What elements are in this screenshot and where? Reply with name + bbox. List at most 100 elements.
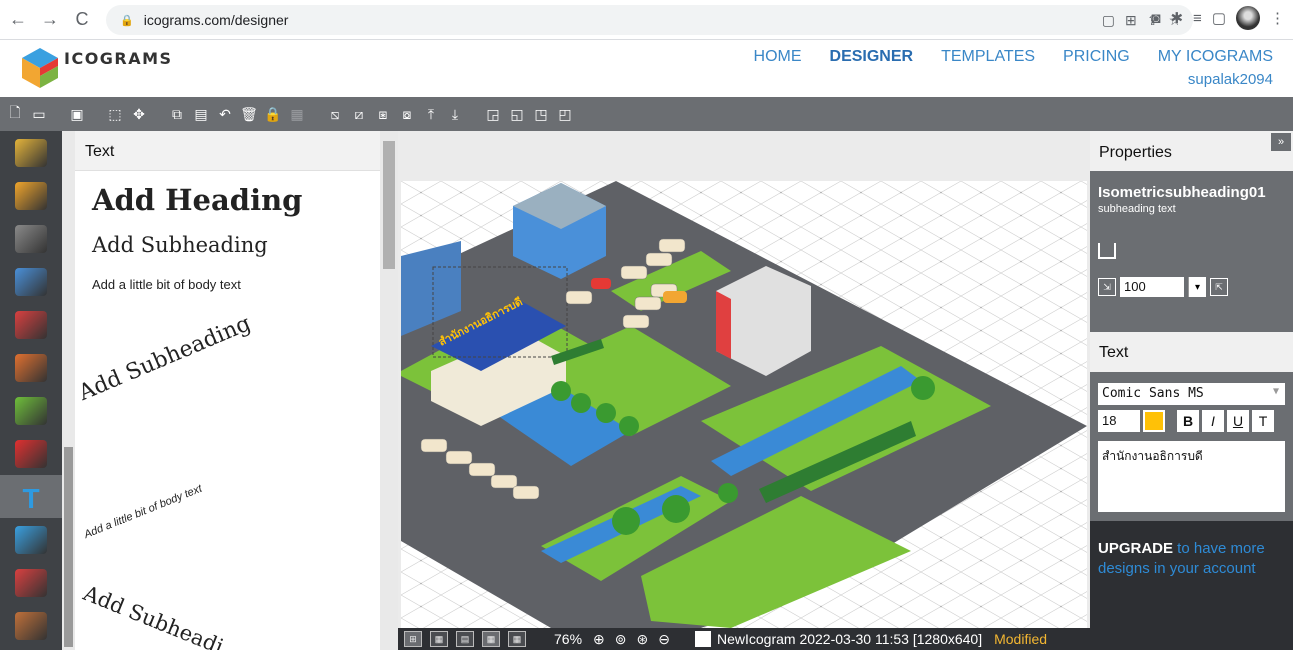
nav-templates[interactable]: TEMPLATES bbox=[941, 48, 1035, 66]
category-transport[interactable] bbox=[0, 303, 62, 346]
expand-icon[interactable]: ⇱ bbox=[1210, 278, 1228, 296]
send-to-back-icon[interactable]: ⤓ bbox=[444, 103, 466, 125]
view-grid-5-button[interactable]: ▦ bbox=[508, 631, 526, 647]
chevron-down-icon[interactable]: ▾ bbox=[1188, 277, 1206, 297]
view-grid-3-button[interactable]: ▤ bbox=[456, 631, 474, 647]
opacity-input[interactable]: 100 bbox=[1120, 277, 1184, 297]
underline-button[interactable]: U bbox=[1227, 410, 1249, 432]
add-body-text-template[interactable]: Add a little bit of body text bbox=[92, 277, 241, 292]
clipboard-icon[interactable]: ▢ bbox=[1102, 12, 1115, 29]
isometric-subheading-template[interactable]: Add Subheading bbox=[75, 311, 254, 406]
transport-icon bbox=[15, 310, 47, 339]
zoom-in-icon[interactable]: ⊕ bbox=[593, 631, 605, 648]
nav-my-icograms[interactable]: MY ICOGRAMS bbox=[1158, 48, 1273, 66]
category-text[interactable]: T bbox=[0, 475, 62, 518]
view-grid-4-button[interactable]: ▦ bbox=[482, 631, 500, 647]
open-folder-icon[interactable]: ▭ bbox=[28, 103, 50, 125]
move-icon[interactable]: ✥ bbox=[128, 103, 150, 125]
forward-button[interactable]: → bbox=[36, 6, 64, 34]
font-family-value: Comic Sans MS bbox=[1102, 386, 1204, 401]
text-content-textarea[interactable]: สำนักงานอธิการบดี bbox=[1098, 441, 1285, 512]
category-ground-tiles[interactable] bbox=[0, 174, 62, 217]
paste-icon[interactable]: ▤ bbox=[190, 103, 212, 125]
panel-scrollbar[interactable] bbox=[380, 131, 398, 650]
flip-1-icon[interactable]: ◲ bbox=[482, 103, 504, 125]
strikethrough-button[interactable]: T bbox=[1252, 410, 1274, 432]
category-trees[interactable] bbox=[0, 389, 62, 432]
browser-menu-icon[interactable]: ⋮ bbox=[1270, 9, 1285, 27]
translate-icon[interactable]: ⊞ bbox=[1125, 12, 1137, 29]
book-icon[interactable] bbox=[1098, 243, 1116, 259]
properties-title: Properties bbox=[1099, 144, 1172, 161]
category-landmarks[interactable] bbox=[0, 604, 62, 647]
category-scrollbar[interactable] bbox=[62, 131, 75, 650]
object-name: Isometricsubheading01 bbox=[1098, 184, 1266, 201]
new-file-icon[interactable]: 🗋 bbox=[4, 103, 26, 125]
zoom-out-icon[interactable]: ⊖ bbox=[658, 631, 670, 648]
send-backward-icon[interactable]: ⧄ bbox=[348, 103, 370, 125]
zoom-fit-icon[interactable]: ⊛ bbox=[637, 631, 649, 648]
background-color-swatch[interactable] bbox=[694, 631, 711, 647]
category-people[interactable] bbox=[0, 346, 62, 389]
address-bar[interactable]: 🔒 icograms.com/designer ▢ ⊞ ⇪ ☆ bbox=[106, 5, 1193, 35]
zoom-reset-icon[interactable]: ⊚ bbox=[615, 631, 627, 648]
camera-extension-icon[interactable]: ◙ bbox=[1151, 10, 1160, 27]
font-family-select[interactable]: Comic Sans MS ▼ bbox=[1098, 383, 1285, 405]
icograms-logo-icon[interactable] bbox=[18, 46, 62, 90]
window-icon[interactable]: ▢ bbox=[1212, 9, 1226, 27]
profile-avatar[interactable] bbox=[1236, 6, 1260, 30]
opacity-row: ⇲ 100 ▾ ⇱ bbox=[1098, 277, 1228, 297]
delete-icon[interactable]: 🗑 bbox=[238, 103, 260, 125]
group-icon[interactable]: ▦ bbox=[286, 103, 308, 125]
copy-icon[interactable]: ⧉ bbox=[166, 103, 188, 125]
nav-pricing[interactable]: PRICING bbox=[1063, 48, 1130, 66]
align-right-icon[interactable]: ⧇ bbox=[396, 103, 418, 125]
text-color-swatch[interactable] bbox=[1143, 410, 1165, 432]
font-size-input[interactable]: 18 bbox=[1098, 410, 1140, 432]
user-name[interactable]: supalak2094 bbox=[1188, 71, 1273, 88]
flip-3-icon[interactable]: ◳ bbox=[530, 103, 552, 125]
view-grid-2-button[interactable]: ▦ bbox=[430, 631, 448, 647]
upgrade-label[interactable]: UPGRADE bbox=[1098, 540, 1173, 557]
design-canvas[interactable]: สำนักงานอธิการบดี bbox=[401, 181, 1087, 628]
flip-4-icon[interactable]: ◰ bbox=[554, 103, 576, 125]
add-subheading-template[interactable]: Add Subheading bbox=[92, 233, 268, 257]
top-navigation: HOME DESIGNER TEMPLATES PRICING MY ICOGR… bbox=[754, 48, 1273, 66]
view-grid-1-button[interactable]: ⊞ bbox=[404, 631, 422, 647]
collapse-panel-icon[interactable]: » bbox=[1271, 133, 1291, 151]
align-left-icon[interactable]: ⧆ bbox=[372, 103, 394, 125]
undo-icon[interactable]: ↶ bbox=[214, 103, 236, 125]
category-road[interactable] bbox=[0, 217, 62, 260]
back-button[interactable]: ← bbox=[4, 6, 32, 34]
lock-object-icon[interactable]: 🔒 bbox=[262, 103, 284, 125]
isometric-body-template[interactable]: Add a little bit of body text bbox=[83, 483, 204, 541]
select-icon[interactable]: ⬚ bbox=[104, 103, 126, 125]
isometric-city-scene[interactable]: สำนักงานอธิการบดี bbox=[401, 181, 1087, 628]
category-chart[interactable] bbox=[0, 518, 62, 561]
bring-forward-icon[interactable]: ⧅ bbox=[324, 103, 346, 125]
bring-to-front-icon[interactable]: ⤒ bbox=[420, 103, 442, 125]
document-title[interactable]: NewIcogram 2022-03-30 11:53 [1280x640] bbox=[717, 631, 982, 647]
reload-button[interactable]: C bbox=[68, 6, 96, 34]
modified-status: Modified bbox=[994, 631, 1048, 647]
extensions-puzzle-icon[interactable]: ✱ bbox=[1170, 9, 1183, 27]
italic-button[interactable]: I bbox=[1202, 410, 1224, 432]
category-vehicles[interactable] bbox=[0, 131, 62, 174]
bold-button[interactable]: B bbox=[1177, 410, 1199, 432]
category-map-pin[interactable] bbox=[0, 432, 62, 475]
add-heading-template[interactable]: Add Heading bbox=[92, 183, 302, 217]
brand-name: ICOGRAMS bbox=[64, 49, 173, 68]
flip-2-icon[interactable]: ◱ bbox=[506, 103, 528, 125]
nav-designer[interactable]: DESIGNER bbox=[830, 48, 914, 66]
shrink-icon[interactable]: ⇲ bbox=[1098, 278, 1116, 296]
category-shapes[interactable] bbox=[0, 561, 62, 604]
browser-toolbar: ← → C 🔒 icograms.com/designer ▢ ⊞ ⇪ ☆ ◙ … bbox=[0, 0, 1293, 40]
isometric-subheading-template-2[interactable]: Add Subheadi bbox=[80, 581, 227, 650]
category-buildings[interactable] bbox=[0, 260, 62, 303]
save-icon[interactable]: ▣ bbox=[66, 103, 88, 125]
playlist-icon[interactable]: ≡ bbox=[1193, 10, 1202, 27]
upgrade-banner[interactable]: UPGRADE to have more designs in your acc… bbox=[1090, 521, 1293, 628]
text-format-row: 18 B I U T bbox=[1098, 410, 1274, 432]
ground-tiles-icon bbox=[15, 181, 47, 210]
nav-home[interactable]: HOME bbox=[754, 48, 802, 66]
